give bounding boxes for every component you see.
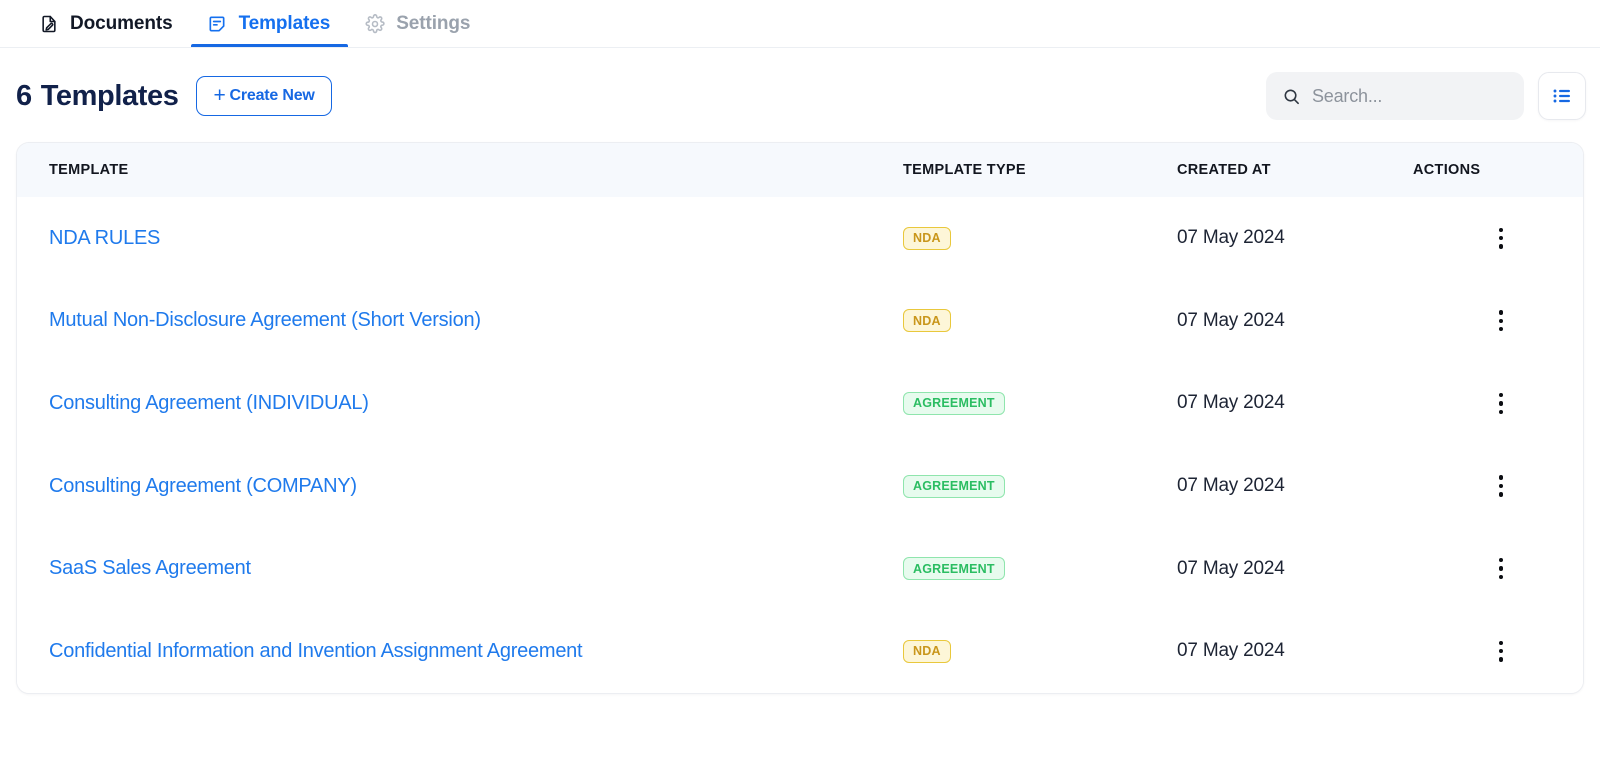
kebab-menu-icon[interactable] bbox=[1489, 225, 1513, 251]
tab-settings-label: Settings bbox=[396, 13, 471, 34]
table-header-row: TEMPLATE TEMPLATE TYPE CREATED AT ACTION… bbox=[17, 143, 1583, 197]
tab-templates-label: Templates bbox=[238, 13, 331, 34]
status-badge: NDA bbox=[903, 309, 951, 333]
template-type-cell: AGREEMENT bbox=[903, 391, 1177, 415]
template-name-cell: Mutual Non-Disclosure Agreement (Short V… bbox=[49, 309, 903, 332]
template-name-cell: Consulting Agreement (COMPANY) bbox=[49, 475, 903, 498]
page-title: 6 Templates bbox=[16, 79, 179, 113]
template-name-cell: NDA RULES bbox=[49, 227, 903, 250]
table-row[interactable]: SaaS Sales Agreement AGREEMENT 07 May 2024 bbox=[17, 527, 1583, 610]
actions-cell bbox=[1413, 473, 1543, 499]
actions-cell bbox=[1413, 225, 1543, 251]
table-row[interactable]: Confidential Information and Invention A… bbox=[17, 609, 1583, 693]
list-view-icon bbox=[1550, 84, 1574, 108]
main-tab-bar: Documents Templates Settings bbox=[0, 0, 1600, 48]
status-badge: NDA bbox=[903, 226, 951, 250]
created-at-cell: 07 May 2024 bbox=[1177, 227, 1285, 249]
search-box[interactable] bbox=[1266, 72, 1524, 120]
search-input[interactable] bbox=[1312, 85, 1508, 107]
template-name-link[interactable]: Confidential Information and Invention A… bbox=[49, 640, 583, 662]
template-name-link[interactable]: SaaS Sales Agreement bbox=[49, 557, 251, 579]
list-view-toggle-button[interactable] bbox=[1538, 72, 1586, 120]
table-row[interactable]: NDA RULES NDA 07 May 2024 bbox=[17, 197, 1583, 280]
page-header: 6 Templates + Create New bbox=[0, 50, 1600, 142]
actions-cell bbox=[1413, 638, 1543, 664]
templates-table: TEMPLATE TEMPLATE TYPE CREATED AT ACTION… bbox=[16, 142, 1584, 694]
template-name-link[interactable]: Consulting Agreement (COMPANY) bbox=[49, 475, 357, 497]
tab-templates[interactable]: Templates bbox=[190, 0, 349, 47]
created-at-cell: 07 May 2024 bbox=[1177, 640, 1285, 662]
created-at-cell: 07 May 2024 bbox=[1177, 309, 1285, 331]
column-header-created-at: CREATED AT bbox=[1177, 162, 1271, 178]
search-icon bbox=[1282, 87, 1301, 106]
template-note-icon bbox=[207, 13, 228, 34]
column-header-template-type: TEMPLATE TYPE bbox=[903, 162, 1026, 178]
template-name-cell: Consulting Agreement (INDIVIDUAL) bbox=[49, 392, 903, 415]
status-badge: AGREEMENT bbox=[903, 391, 1005, 415]
table-row[interactable]: Mutual Non-Disclosure Agreement (Short V… bbox=[17, 279, 1583, 363]
column-header-actions: ACTIONS bbox=[1413, 162, 1481, 178]
tab-settings[interactable]: Settings bbox=[348, 0, 488, 47]
kebab-menu-icon[interactable] bbox=[1489, 556, 1513, 582]
template-name-link[interactable]: Mutual Non-Disclosure Agreement (Short V… bbox=[49, 309, 481, 331]
kebab-menu-icon[interactable] bbox=[1489, 308, 1513, 334]
status-badge: AGREEMENT bbox=[903, 474, 1005, 498]
gear-icon bbox=[364, 13, 385, 34]
template-type-cell: NDA bbox=[903, 309, 1177, 333]
status-badge: AGREEMENT bbox=[903, 557, 1005, 581]
actions-cell bbox=[1413, 308, 1543, 334]
actions-cell bbox=[1413, 556, 1543, 582]
actions-cell bbox=[1413, 390, 1543, 416]
templates-page: Documents Templates Settings 6 Templates… bbox=[0, 0, 1600, 761]
create-new-button[interactable]: + Create New bbox=[196, 76, 332, 116]
tab-documents-label: Documents bbox=[70, 13, 173, 34]
template-count: 6 bbox=[16, 79, 32, 112]
template-name-link[interactable]: NDA RULES bbox=[49, 227, 160, 249]
column-header-template: TEMPLATE bbox=[49, 162, 129, 178]
create-new-label: Create New bbox=[229, 87, 315, 104]
template-type-cell: NDA bbox=[903, 639, 1177, 663]
created-at-cell: 07 May 2024 bbox=[1177, 392, 1285, 414]
kebab-menu-icon[interactable] bbox=[1489, 473, 1513, 499]
template-name-link[interactable]: Consulting Agreement (INDIVIDUAL) bbox=[49, 392, 369, 414]
template-name-cell: Confidential Information and Invention A… bbox=[49, 640, 903, 663]
page-header-right bbox=[1266, 72, 1586, 120]
table-row[interactable]: Consulting Agreement (COMPANY) AGREEMENT 0… bbox=[17, 444, 1583, 528]
created-at-cell: 07 May 2024 bbox=[1177, 475, 1285, 497]
status-badge: NDA bbox=[903, 639, 951, 663]
table-body: NDA RULES NDA 07 May 2024 Mutual Non-Disclo… bbox=[17, 197, 1583, 693]
document-edit-icon bbox=[38, 13, 59, 34]
page-title-text: Templates bbox=[40, 79, 179, 112]
created-at-cell: 07 May 2024 bbox=[1177, 557, 1285, 579]
tab-documents[interactable]: Documents bbox=[22, 0, 191, 47]
plus-icon: + bbox=[213, 83, 226, 107]
table-row[interactable]: Consulting Agreement (INDIVIDUAL) AGREEME… bbox=[17, 362, 1583, 445]
template-type-cell: AGREEMENT bbox=[903, 474, 1177, 498]
kebab-menu-icon[interactable] bbox=[1489, 638, 1513, 664]
template-type-cell: AGREEMENT bbox=[903, 557, 1177, 581]
template-name-cell: SaaS Sales Agreement bbox=[49, 557, 903, 580]
page-header-left: 6 Templates + Create New bbox=[16, 76, 332, 116]
template-type-cell: NDA bbox=[903, 226, 1177, 250]
kebab-menu-icon[interactable] bbox=[1489, 390, 1513, 416]
